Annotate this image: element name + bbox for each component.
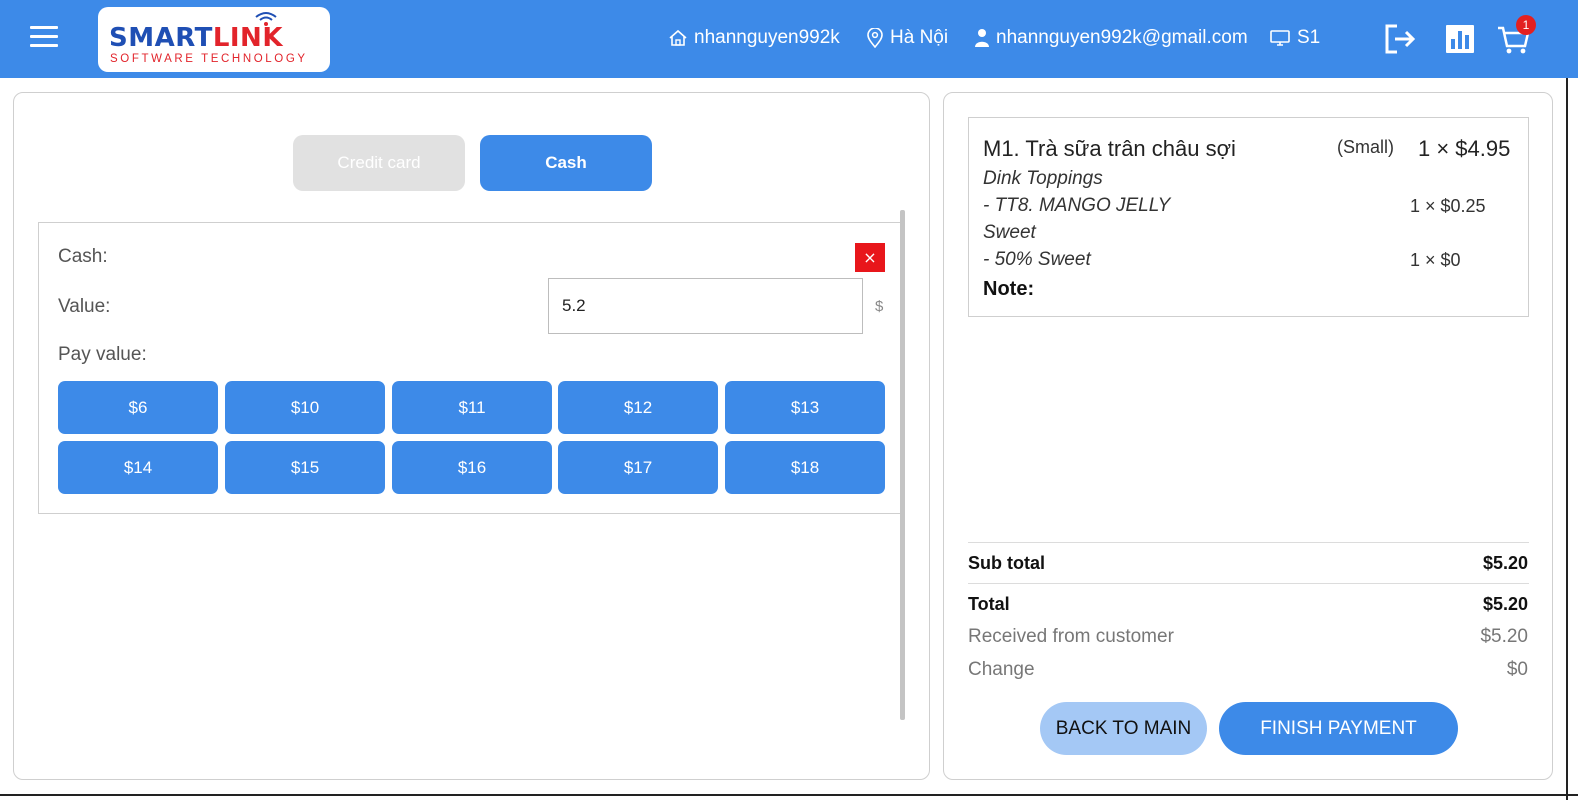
- pay-value-button[interactable]: $18: [725, 441, 885, 494]
- location-pin-icon: [867, 28, 883, 48]
- station-text: S1: [1297, 27, 1321, 48]
- pay-value-button[interactable]: $13: [725, 381, 885, 434]
- payment-scrollbar[interactable]: [900, 210, 905, 720]
- topping-name: - TT8. MANGO JELLY: [983, 195, 1171, 216]
- pay-value-button[interactable]: $14: [58, 441, 218, 494]
- username-text: nhannguyen992k: [694, 27, 840, 48]
- monitor-icon: [1270, 30, 1290, 46]
- logout-icon[interactable]: [1383, 22, 1417, 56]
- header-username: nhannguyen992k: [668, 27, 840, 49]
- pay-value-button[interactable]: $12: [558, 381, 718, 434]
- home-icon: [669, 29, 687, 46]
- logo-word-smart: SMART: [109, 23, 213, 53]
- header-location: Hà Nội: [866, 27, 948, 49]
- received-label: Received from customer: [968, 626, 1174, 647]
- location-text: Hà Nội: [890, 27, 949, 48]
- subtotal-value: $5.20: [1482, 553, 1528, 573]
- tab-credit-card[interactable]: Credit card: [293, 135, 465, 191]
- sweet-group-label: Sweet: [983, 222, 1036, 243]
- pay-value-label: Pay value:: [58, 344, 147, 365]
- tab-cash[interactable]: Cash: [480, 135, 652, 191]
- total-value: $5.20: [1482, 594, 1528, 614]
- window-frame-right: [1566, 78, 1568, 800]
- received-value: $5.20: [1480, 626, 1528, 647]
- subtotal-label: Sub total: [968, 553, 1045, 573]
- pay-value-button[interactable]: $11: [392, 381, 552, 434]
- logo-word-link: LINK: [212, 23, 283, 53]
- window-frame-bottom: [0, 794, 1578, 796]
- header-station: S1: [1269, 27, 1320, 49]
- header-email: nhannguyen992k@gmail.com: [974, 27, 1248, 49]
- currency-symbol: $: [875, 298, 884, 315]
- back-to-main-button[interactable]: BACK TO MAIN: [1040, 702, 1207, 755]
- cash-label: Cash:: [58, 246, 108, 267]
- topping-qty-price: 1 × $0.25: [1410, 196, 1486, 216]
- pay-value-button[interactable]: $16: [392, 441, 552, 494]
- finish-payment-button[interactable]: FINISH PAYMENT: [1219, 702, 1458, 755]
- order-item-size: (Small): [1337, 137, 1394, 157]
- topping-group-label: Dink Toppings: [983, 168, 1103, 189]
- menu-icon[interactable]: [30, 26, 58, 52]
- total-label: Total: [968, 594, 1010, 614]
- top-header: SMARTLINK SOFTWARE TECHNOLOGY nhannguyen…: [0, 0, 1578, 78]
- order-item-name: M1. Trà sữa trân châu sợi: [983, 136, 1236, 161]
- change-value: $0: [1506, 659, 1528, 680]
- user-icon: [975, 29, 989, 47]
- pay-value-button[interactable]: $6: [58, 381, 218, 434]
- value-label: Value:: [58, 296, 111, 317]
- smartlink-logo[interactable]: SMARTLINK SOFTWARE TECHNOLOGY: [98, 7, 330, 72]
- pay-value-button[interactable]: $10: [225, 381, 385, 434]
- logo-wordmark: SMARTLINK: [109, 25, 283, 51]
- sweet-option: - 50% Sweet: [983, 249, 1091, 270]
- logo-tagline: SOFTWARE TECHNOLOGY: [110, 53, 308, 65]
- pay-value-button[interactable]: $17: [558, 441, 718, 494]
- cash-value-input[interactable]: [548, 278, 863, 334]
- summary-divider: [968, 583, 1529, 584]
- order-item-qty-price: 1 × $4.95: [1418, 136, 1511, 161]
- email-text: nhannguyen992k@gmail.com: [996, 27, 1248, 48]
- remove-cash-button[interactable]: ×: [855, 243, 885, 272]
- summary-divider: [968, 542, 1529, 543]
- change-label: Change: [968, 659, 1035, 680]
- bar-chart-icon[interactable]: [1443, 22, 1477, 56]
- pay-value-button[interactable]: $15: [225, 441, 385, 494]
- note-label: Note:: [983, 278, 1035, 300]
- cart-count-badge: 1: [1516, 15, 1536, 35]
- sweet-qty-price: 1 × $0: [1410, 250, 1461, 270]
